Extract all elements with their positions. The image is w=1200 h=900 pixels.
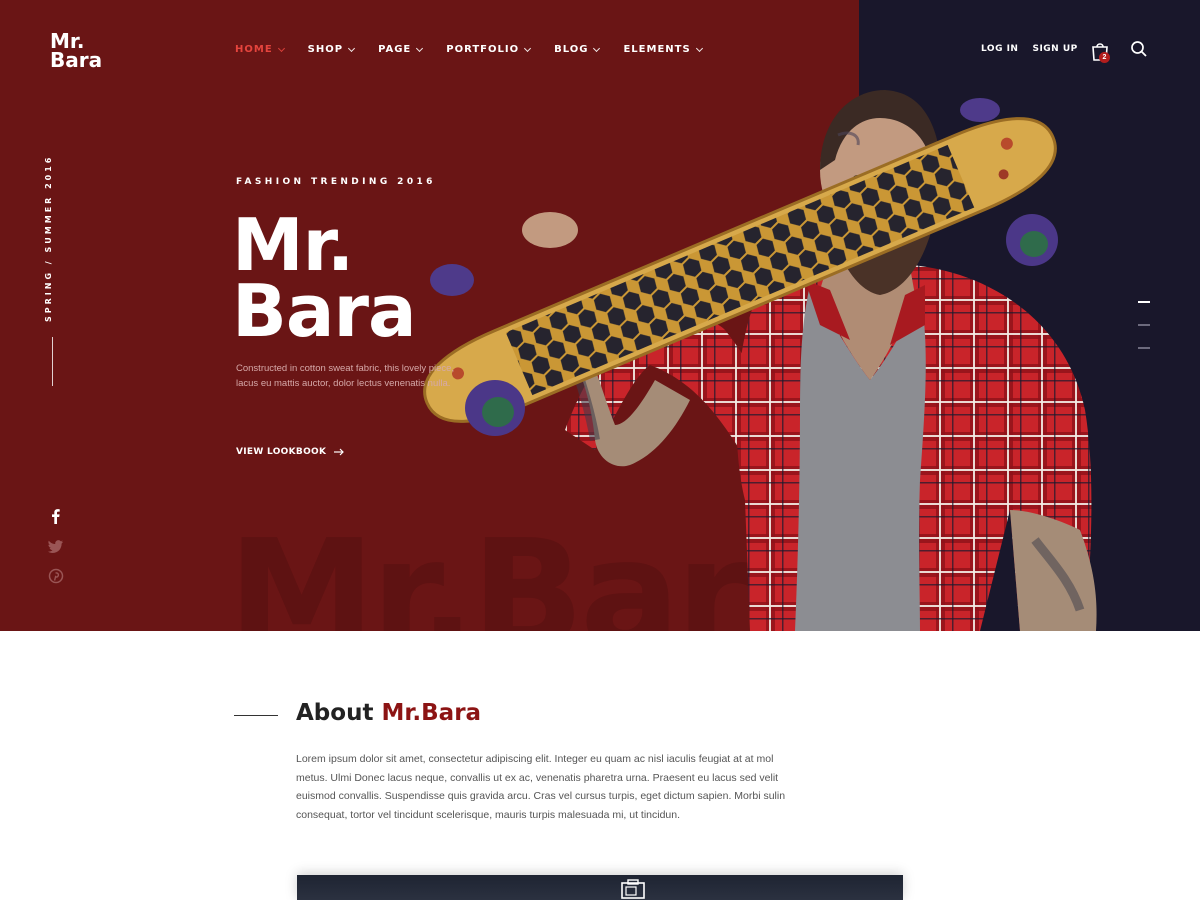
chevron-down-icon xyxy=(593,44,601,52)
side-divider xyxy=(52,337,53,386)
nav-item-blog[interactable]: BLOG xyxy=(554,44,601,55)
search-icon[interactable] xyxy=(1130,40,1148,58)
brand-logo[interactable]: Mr. Bara xyxy=(50,31,103,72)
about-divider xyxy=(234,715,278,716)
arrow-right-icon xyxy=(334,448,345,456)
cart-count-badge: 2 xyxy=(1099,52,1110,63)
hero-title-line-2: Bara xyxy=(232,269,417,353)
camera-icon xyxy=(621,879,645,899)
nav-item-label: HOME xyxy=(235,44,273,55)
main-nav: HOME SHOP PAGE PORTFOLIO BLOG ELEMENTS xyxy=(235,44,726,55)
logo-line-2: Bara xyxy=(50,48,103,72)
chevron-down-icon xyxy=(524,44,532,52)
about-title: About Mr.Bara xyxy=(296,700,481,726)
nav-item-label: BLOG xyxy=(554,44,589,55)
login-link[interactable]: LOG IN xyxy=(981,44,1018,54)
chevron-down-icon xyxy=(348,44,356,52)
chevron-down-icon xyxy=(416,44,424,52)
nav-item-home[interactable]: HOME xyxy=(235,44,285,55)
facebook-icon[interactable] xyxy=(48,508,64,524)
pinterest-icon[interactable] xyxy=(48,568,64,584)
nav-item-shop[interactable]: SHOP xyxy=(307,44,356,55)
nav-item-label: ELEMENTS xyxy=(623,44,691,55)
view-lookbook-link[interactable]: VIEW LOOKBOOK xyxy=(236,447,345,457)
slide-indicator-2[interactable] xyxy=(1138,324,1150,326)
about-text: Lorem ipsum dolor sit amet, consectetur … xyxy=(296,753,786,822)
nav-item-portfolio[interactable]: PORTFOLIO xyxy=(446,44,532,55)
hero-eyebrow: FASHION TRENDING 2016 xyxy=(236,177,436,187)
signup-link[interactable]: SIGN UP xyxy=(1032,44,1077,54)
slide-indicator-3[interactable] xyxy=(1138,347,1150,349)
hero-description: Constructed in cotton sweat fabric, this… xyxy=(236,363,455,389)
hero-model-image xyxy=(423,90,1097,631)
hero-title: Mr. Bara xyxy=(232,209,417,353)
season-label: SPRING / SUMMER 2016 xyxy=(44,154,53,322)
video-thumbnail[interactable] xyxy=(297,875,903,900)
chevron-down-icon xyxy=(695,44,703,52)
twitter-icon[interactable] xyxy=(48,538,64,554)
auth-links: LOG IN SIGN UP xyxy=(981,44,1078,54)
hero-section: Mr.Bara Mr. Bara HOME SHOP PAGE PORTFOLI… xyxy=(0,0,1200,631)
nav-item-page[interactable]: PAGE xyxy=(378,44,424,55)
about-title-brand: Mr.Bara xyxy=(381,700,482,726)
chevron-down-icon xyxy=(277,44,285,52)
nav-item-elements[interactable]: ELEMENTS xyxy=(623,44,703,55)
lookbook-label: VIEW LOOKBOOK xyxy=(236,447,327,457)
nav-item-label: PAGE xyxy=(378,44,412,55)
slide-indicator-1[interactable] xyxy=(1138,301,1150,303)
nav-item-label: SHOP xyxy=(307,44,344,55)
nav-item-label: PORTFOLIO xyxy=(446,44,520,55)
about-title-prefix: About xyxy=(296,700,374,726)
